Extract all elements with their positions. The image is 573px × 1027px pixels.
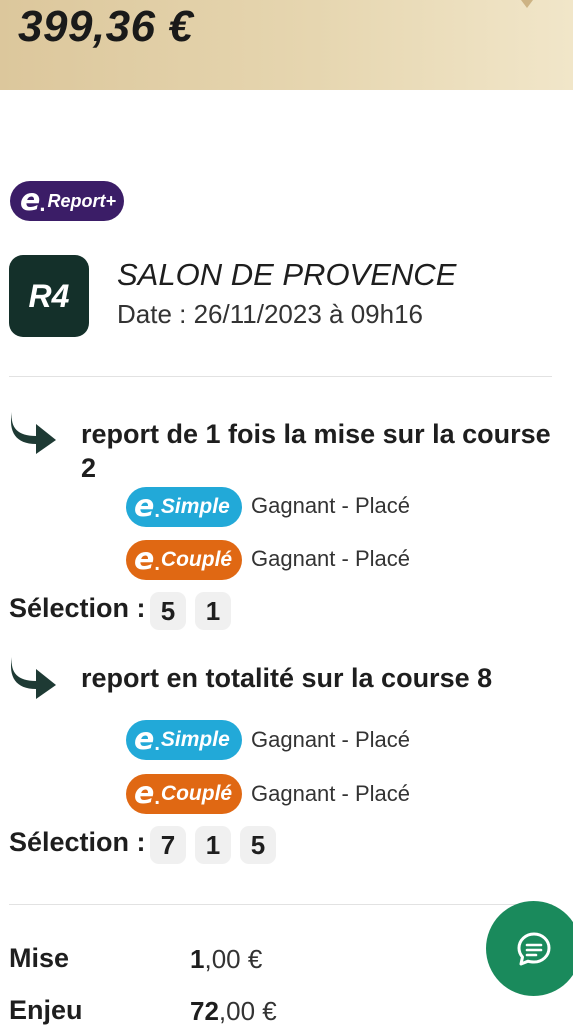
bet-e-letter: e bbox=[134, 542, 155, 577]
bet-e-letter: e bbox=[134, 489, 155, 524]
enjeu-value-dec: ,00 € bbox=[218, 996, 277, 1026]
bet-type-label: Couplé bbox=[160, 782, 233, 805]
bet-e-letter: e bbox=[134, 722, 155, 757]
bet-description: Gagnant - Placé bbox=[251, 781, 410, 806]
bet-dot: . bbox=[154, 552, 160, 575]
bet-dot: . bbox=[154, 732, 160, 755]
selection-chip: 7 bbox=[150, 826, 186, 864]
bet-e-letter: e bbox=[134, 776, 155, 811]
race-code-badge: R4 bbox=[9, 255, 89, 337]
brand-dot: . bbox=[39, 191, 46, 216]
bet-type-simple-badge: e . Simple bbox=[126, 487, 242, 527]
selection-label: Sélection : bbox=[9, 827, 146, 857]
bet-description: Gagnant - Placé bbox=[251, 546, 410, 571]
mise-label: Mise bbox=[9, 943, 70, 973]
bet-dot: . bbox=[154, 786, 160, 809]
brand-name: Report+ bbox=[47, 190, 116, 211]
bet-type-label: Simple bbox=[160, 728, 230, 751]
banner-decoration bbox=[521, 0, 533, 8]
bet-description: Gagnant - Placé bbox=[251, 493, 410, 518]
bet-dot: . bbox=[154, 499, 160, 522]
enjeu-value: 72,00 € bbox=[190, 996, 277, 1027]
bet-type-couple-badge: e . Couplé bbox=[126, 540, 242, 580]
selection-chip: 1 bbox=[195, 826, 231, 864]
chat-button[interactable] bbox=[486, 901, 573, 996]
enjeu-value-int: 72 bbox=[190, 996, 219, 1026]
mise-value: 1,00 € bbox=[190, 944, 262, 975]
selection-label: Sélection : bbox=[9, 593, 146, 623]
chat-icon bbox=[517, 932, 550, 965]
report-plus-badge: e . Report+ bbox=[10, 181, 124, 221]
bet-type-couple-badge: e . Couplé bbox=[126, 774, 242, 814]
gain-banner: 399,36 € bbox=[0, 0, 573, 90]
bet-type-label: Couplé bbox=[160, 548, 233, 571]
mise-value-dec: ,00 € bbox=[204, 944, 263, 974]
report-title: report en totalité sur la course 8 bbox=[81, 663, 493, 693]
brand-e-letter: e bbox=[20, 183, 41, 218]
return-arrow-icon bbox=[11, 657, 56, 699]
enjeu-label: Enjeu bbox=[9, 995, 83, 1025]
gain-amount: 399,36 € bbox=[18, 2, 194, 51]
selection-chip: 1 bbox=[195, 592, 231, 630]
bet-type-simple-badge: e . Simple bbox=[126, 720, 242, 760]
divider bbox=[9, 904, 552, 905]
selection-chip: 5 bbox=[240, 826, 276, 864]
mise-value-int: 1 bbox=[190, 944, 205, 974]
race-name: SALON DE PROVENCE bbox=[117, 257, 457, 292]
divider bbox=[9, 376, 552, 377]
bet-type-label: Simple bbox=[160, 495, 230, 518]
selection-chip: 5 bbox=[150, 592, 186, 630]
return-arrow-icon bbox=[11, 412, 56, 454]
bet-description: Gagnant - Placé bbox=[251, 727, 410, 752]
race-date: Date : 26/11/2023 à 09h16 bbox=[117, 299, 423, 329]
report-title: report de 1 fois la mise sur la course 2 bbox=[81, 419, 551, 483]
